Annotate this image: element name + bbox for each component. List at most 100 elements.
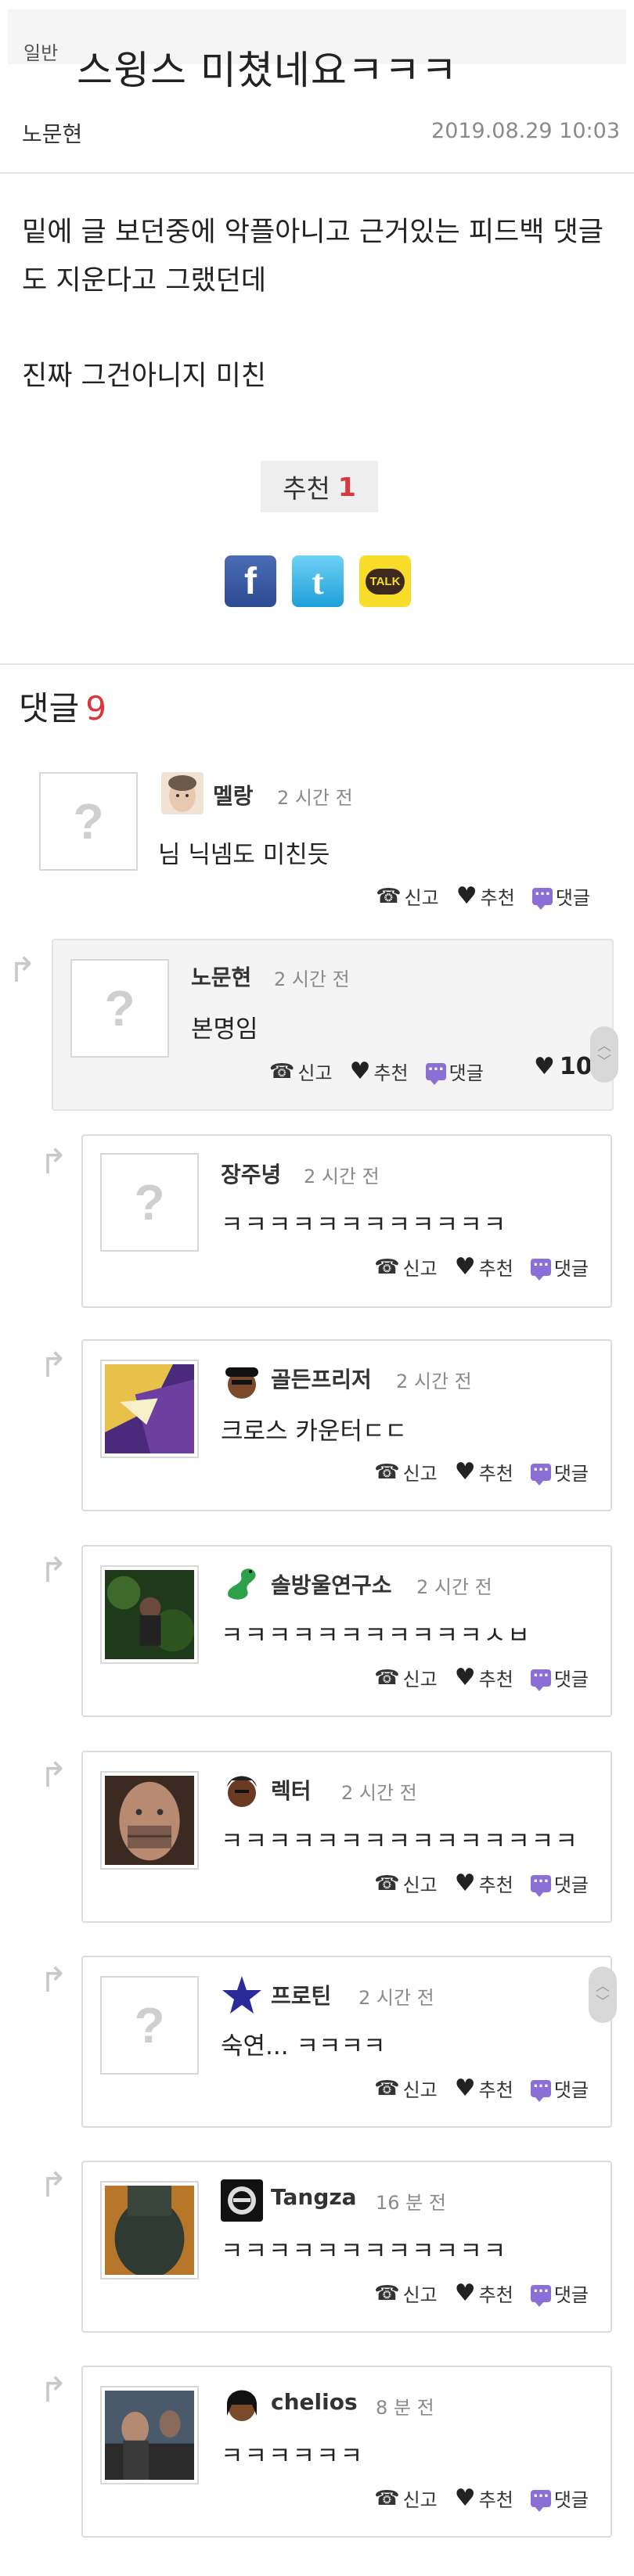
phone-icon: ☎ [374, 1665, 400, 1690]
reply-label: 댓글 [555, 887, 590, 909]
reply-button[interactable]: 댓글 [530, 1253, 589, 1281]
comment-item: ? 노문현 2 시간 전 본명임 ☎신고 ♥추천 댓글 ♥10 ︿﹀ [52, 939, 618, 1111]
heart-icon: ♥ [454, 2484, 476, 2512]
question-mark-icon: ? [104, 980, 135, 1037]
twitter-share-button[interactable]: t [292, 555, 344, 607]
speech-bubble-icon [530, 2075, 551, 2102]
comment-actions: ☎신고 ♥추천 댓글 [374, 2280, 589, 2308]
comment-nick[interactable]: 노문현 [191, 961, 251, 992]
kakaotalk-share-button[interactable]: TALK [359, 555, 411, 607]
recommend-comment-button[interactable]: ♥ 추천 [455, 1870, 513, 1897]
reply-button[interactable]: 댓글 [531, 882, 590, 910]
like-count-value: 10 [559, 1053, 593, 1080]
report-button[interactable]: ☎ 신고 [374, 2075, 438, 2102]
comment-text: ㅋㅋㅋㅋㅋㅋㅋㅋㅋㅋㅋㅋ [221, 1211, 508, 1239]
comment-nick[interactable]: 렉터 [271, 1774, 312, 1805]
recommend-comment-label: 추천 [478, 2489, 513, 2511]
scroll-control[interactable]: ︿ ﹀ [589, 1967, 617, 2023]
reply-button[interactable]: 댓글 [530, 2484, 589, 2512]
recommend-comment-button[interactable]: ♥ 추천 [455, 1664, 513, 1691]
heart-icon: ♥ [534, 1053, 555, 1080]
report-label: 신고 [297, 1062, 333, 1084]
post-title: 스윙스 미쳤네요ㅋㅋㅋ [77, 48, 458, 93]
heart-icon: ♥ [454, 1870, 476, 1897]
avatar [221, 2179, 263, 2222]
avatar-image [100, 1565, 199, 1664]
post-category[interactable]: 일반 [23, 38, 58, 65]
comment-item: 솔방울연구소 2 시간 전 ㅋㅋㅋㅋㅋㅋㅋㅋㅋㅋㅋㅅㅂ ☎신고 ♥추천 댓글 [81, 1545, 612, 1717]
comment-nick[interactable]: 멜랑 [213, 779, 254, 810]
kakaotalk-icon: TALK [365, 568, 405, 595]
reply-button[interactable]: 댓글 [530, 2280, 589, 2307]
report-button[interactable]: ☎ 신고 [374, 1870, 438, 1897]
recommend-comment-button[interactable]: ♥ 추천 [350, 1058, 409, 1085]
comment-nick[interactable]: 장주녕 [221, 1158, 281, 1189]
comment-text: 본명임 [191, 1015, 258, 1044]
phone-icon: ☎ [374, 1255, 400, 1279]
reply-arrow-icon: ↰ [39, 2165, 68, 2205]
report-button[interactable]: ☎ 신고 [374, 1253, 438, 1281]
comment-nick[interactable]: 프로틴 [271, 1979, 331, 2010]
heart-icon: ♥ [454, 1253, 476, 1281]
twitter-icon: t [312, 561, 324, 602]
heart-icon: ♥ [349, 1058, 371, 1085]
comment-nick[interactable]: 솔방울연구소 [271, 1568, 392, 1600]
comment-time: 2 시간 전 [358, 1987, 434, 2009]
comment-time: 2 시간 전 [277, 787, 353, 809]
avatar-image [100, 1360, 199, 1458]
report-button[interactable]: ☎ 신고 [269, 1058, 333, 1085]
report-button[interactable]: ☎ 신고 [374, 1664, 438, 1691]
facebook-share-button[interactable]: f [225, 555, 276, 607]
recommend-comment-label: 추천 [478, 1874, 513, 1896]
comment-item: 골든프리저 2 시간 전 크로스 카운터ㄷㄷ ☎신고 ♥추천 댓글 [81, 1339, 612, 1511]
comment-time: 2 시간 전 [341, 1782, 417, 1804]
recommend-comment-button[interactable]: ♥ 추천 [455, 2484, 513, 2512]
speech-bubble-icon [531, 882, 553, 910]
report-button[interactable]: ☎ 신고 [374, 1458, 438, 1486]
recommend-comment-button[interactable]: ♥ 추천 [456, 882, 515, 910]
scroll-control[interactable]: ︿ ﹀ [590, 1026, 618, 1083]
speech-bubble-icon [530, 2484, 551, 2512]
reply-button[interactable]: 댓글 [530, 1664, 589, 1691]
comment-actions: ☎신고 ♥추천 댓글 [376, 882, 590, 911]
comment-text: ㅋㅋㅋㅋㅋㅋ [221, 2442, 365, 2470]
comment-nick[interactable]: Tangza [271, 2184, 357, 2210]
report-button[interactable]: ☎ 신고 [374, 2280, 438, 2307]
post-body-line: 진짜 그건아니지 미친 [22, 361, 267, 392]
comment-time: 2 시간 전 [304, 1166, 380, 1187]
phone-icon: ☎ [374, 1460, 400, 1484]
recommend-comment-label: 추천 [478, 2079, 513, 2101]
avatar-placeholder: ? [100, 1153, 199, 1252]
recommend-comment-button[interactable]: ♥ 추천 [455, 1458, 513, 1486]
recommend-comment-button[interactable]: ♥ 추천 [455, 2075, 513, 2102]
report-button[interactable]: ☎ 신고 [374, 2484, 438, 2512]
reply-button[interactable]: 댓글 [530, 1870, 589, 1897]
recommend-comment-label: 추천 [478, 1463, 513, 1485]
comment-nick[interactable]: 골든프리저 [271, 1363, 372, 1394]
comments-header: 댓글 9 [19, 682, 106, 730]
speech-bubble-icon [530, 1664, 551, 1691]
recommend-comment-button[interactable]: ♥ 추천 [455, 1253, 513, 1281]
recommend-button[interactable]: 추천 1 [261, 461, 378, 512]
reply-arrow-icon: ↰ [39, 1345, 68, 1385]
reply-arrow-icon: ↰ [39, 1142, 68, 1182]
report-button[interactable]: ☎ 신고 [376, 882, 439, 910]
reply-arrow-icon: ↰ [8, 950, 37, 990]
chevron-up-icon: ︿ [597, 1038, 611, 1054]
comment-nick[interactable]: chelios [271, 2389, 358, 2415]
heart-icon: ♥ [454, 1664, 476, 1691]
comment-text: 님 닉넴도 미친듯 [158, 841, 330, 869]
divider [0, 172, 634, 174]
speech-bubble-icon [530, 1870, 551, 1897]
report-label: 신고 [402, 1463, 438, 1485]
report-label: 신고 [404, 887, 439, 909]
recommend-comment-button[interactable]: ♥ 추천 [455, 2280, 513, 2307]
reply-button[interactable]: 댓글 [530, 2075, 589, 2102]
reply-label: 댓글 [553, 1669, 589, 1690]
reply-button[interactable]: 댓글 [425, 1058, 484, 1085]
reply-label: 댓글 [553, 2284, 589, 2306]
reply-button[interactable]: 댓글 [530, 1458, 589, 1486]
post-author[interactable]: 노문현 [22, 117, 82, 149]
speech-bubble-icon [530, 2280, 551, 2307]
comment-text: ㅋㅋㅋㅋㅋㅋㅋㅋㅋㅋㅋㅋㅋㅋㅋ [221, 1827, 579, 1856]
